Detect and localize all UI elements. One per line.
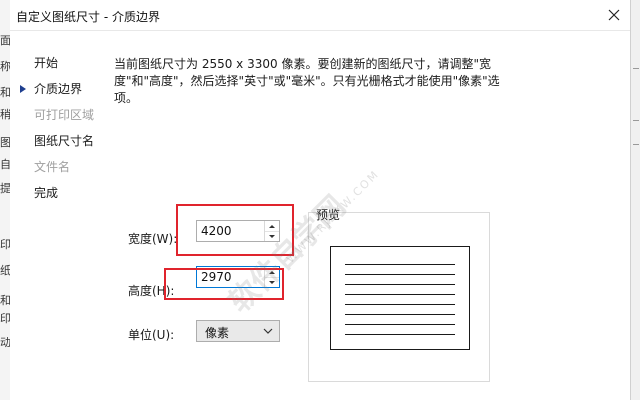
preview-line [345,274,455,275]
background-text: 提 [0,182,10,195]
background-mark [633,144,639,145]
nav-item-label: 介质边界 [34,82,83,96]
preview-line [345,284,455,285]
unit-label: 单位(U): [128,328,175,342]
arrow-up-icon [269,270,275,274]
width-label: 宽度(W): [128,232,178,246]
preview-line [345,334,455,335]
description-text: 当前图纸尺寸为 2550 x 3300 像素。要创建新的图纸尺寸，请调整"宽度"… [114,57,500,105]
nav-item-start[interactable]: 开始 [10,50,110,76]
background-text: 印 [0,238,10,251]
height-label: 高度(H): [128,284,175,298]
nav-item-printable-area: 可打印区域 [10,102,110,128]
height-decrement-button[interactable] [265,277,279,287]
nav-item-label: 图纸尺寸名 [34,134,95,148]
width-decrement-button[interactable] [265,231,279,241]
background-text: 印 [0,312,10,325]
arrow-up-icon [269,224,275,228]
arrow-down-icon [269,234,275,238]
nav-item-paper-size-name[interactable]: 图纸尺寸名 [10,128,110,154]
width-spin-buttons [264,221,279,241]
background-text: 稍 [0,108,10,121]
background-text: 和 [0,294,10,307]
screen: 面 称 和 稍 图 自 提 印 纸 和 印 动 自定义图纸尺寸 - 介质边界 开… [0,0,640,400]
preview-line [345,304,455,305]
preview-label: 预览 [316,208,341,222]
nav-item-finish[interactable]: 完成 [10,180,110,206]
background-app-right [630,0,640,400]
background-text: 图 [0,136,10,149]
background-text: 面 [0,34,10,47]
background-mark [633,68,639,69]
preview-line [345,294,455,295]
dialog-titlebar: 自定义图纸尺寸 - 介质边界 [10,0,630,31]
dialog-title: 自定义图纸尺寸 - 介质边界 [16,10,160,24]
close-button[interactable] [602,3,626,27]
width-input[interactable] [197,221,265,241]
background-text: 纸 [0,264,10,277]
nav-item-label: 开始 [34,56,59,70]
preview-line [345,314,455,315]
unit-select-value: 像素 [205,326,230,340]
nav-item-label: 完成 [34,186,59,200]
nav-item-media-bounds[interactable]: 介质边界 [10,76,110,102]
nav-item-label: 可打印区域 [34,108,95,122]
current-step-arrow-icon [20,85,26,93]
background-mark [633,120,639,121]
background-text: 称 [0,60,10,73]
nav-item-file-name: 文件名 [10,154,110,180]
background-text: 动 [0,336,10,349]
background-text: 和 [0,86,10,99]
close-icon [608,9,620,21]
height-input[interactable] [197,267,265,287]
wizard-nav: 开始 介质边界 可打印区域 图纸尺寸名 文件名 完成 [10,50,110,206]
height-spin-buttons [264,267,279,287]
height-spinner [196,266,280,288]
nav-item-label: 文件名 [34,160,71,174]
width-spinner [196,220,280,242]
preview-line [345,264,455,265]
chevron-down-icon [263,328,273,334]
custom-paper-size-dialog: 自定义图纸尺寸 - 介质边界 开始 介质边界 可打印区域 图纸尺寸名 文件名 完… [10,0,630,400]
background-text: 自 [0,158,10,171]
paper-preview [330,246,470,350]
arrow-down-icon [269,280,275,284]
unit-select[interactable]: 像素 [196,320,280,342]
preview-line [345,324,455,325]
